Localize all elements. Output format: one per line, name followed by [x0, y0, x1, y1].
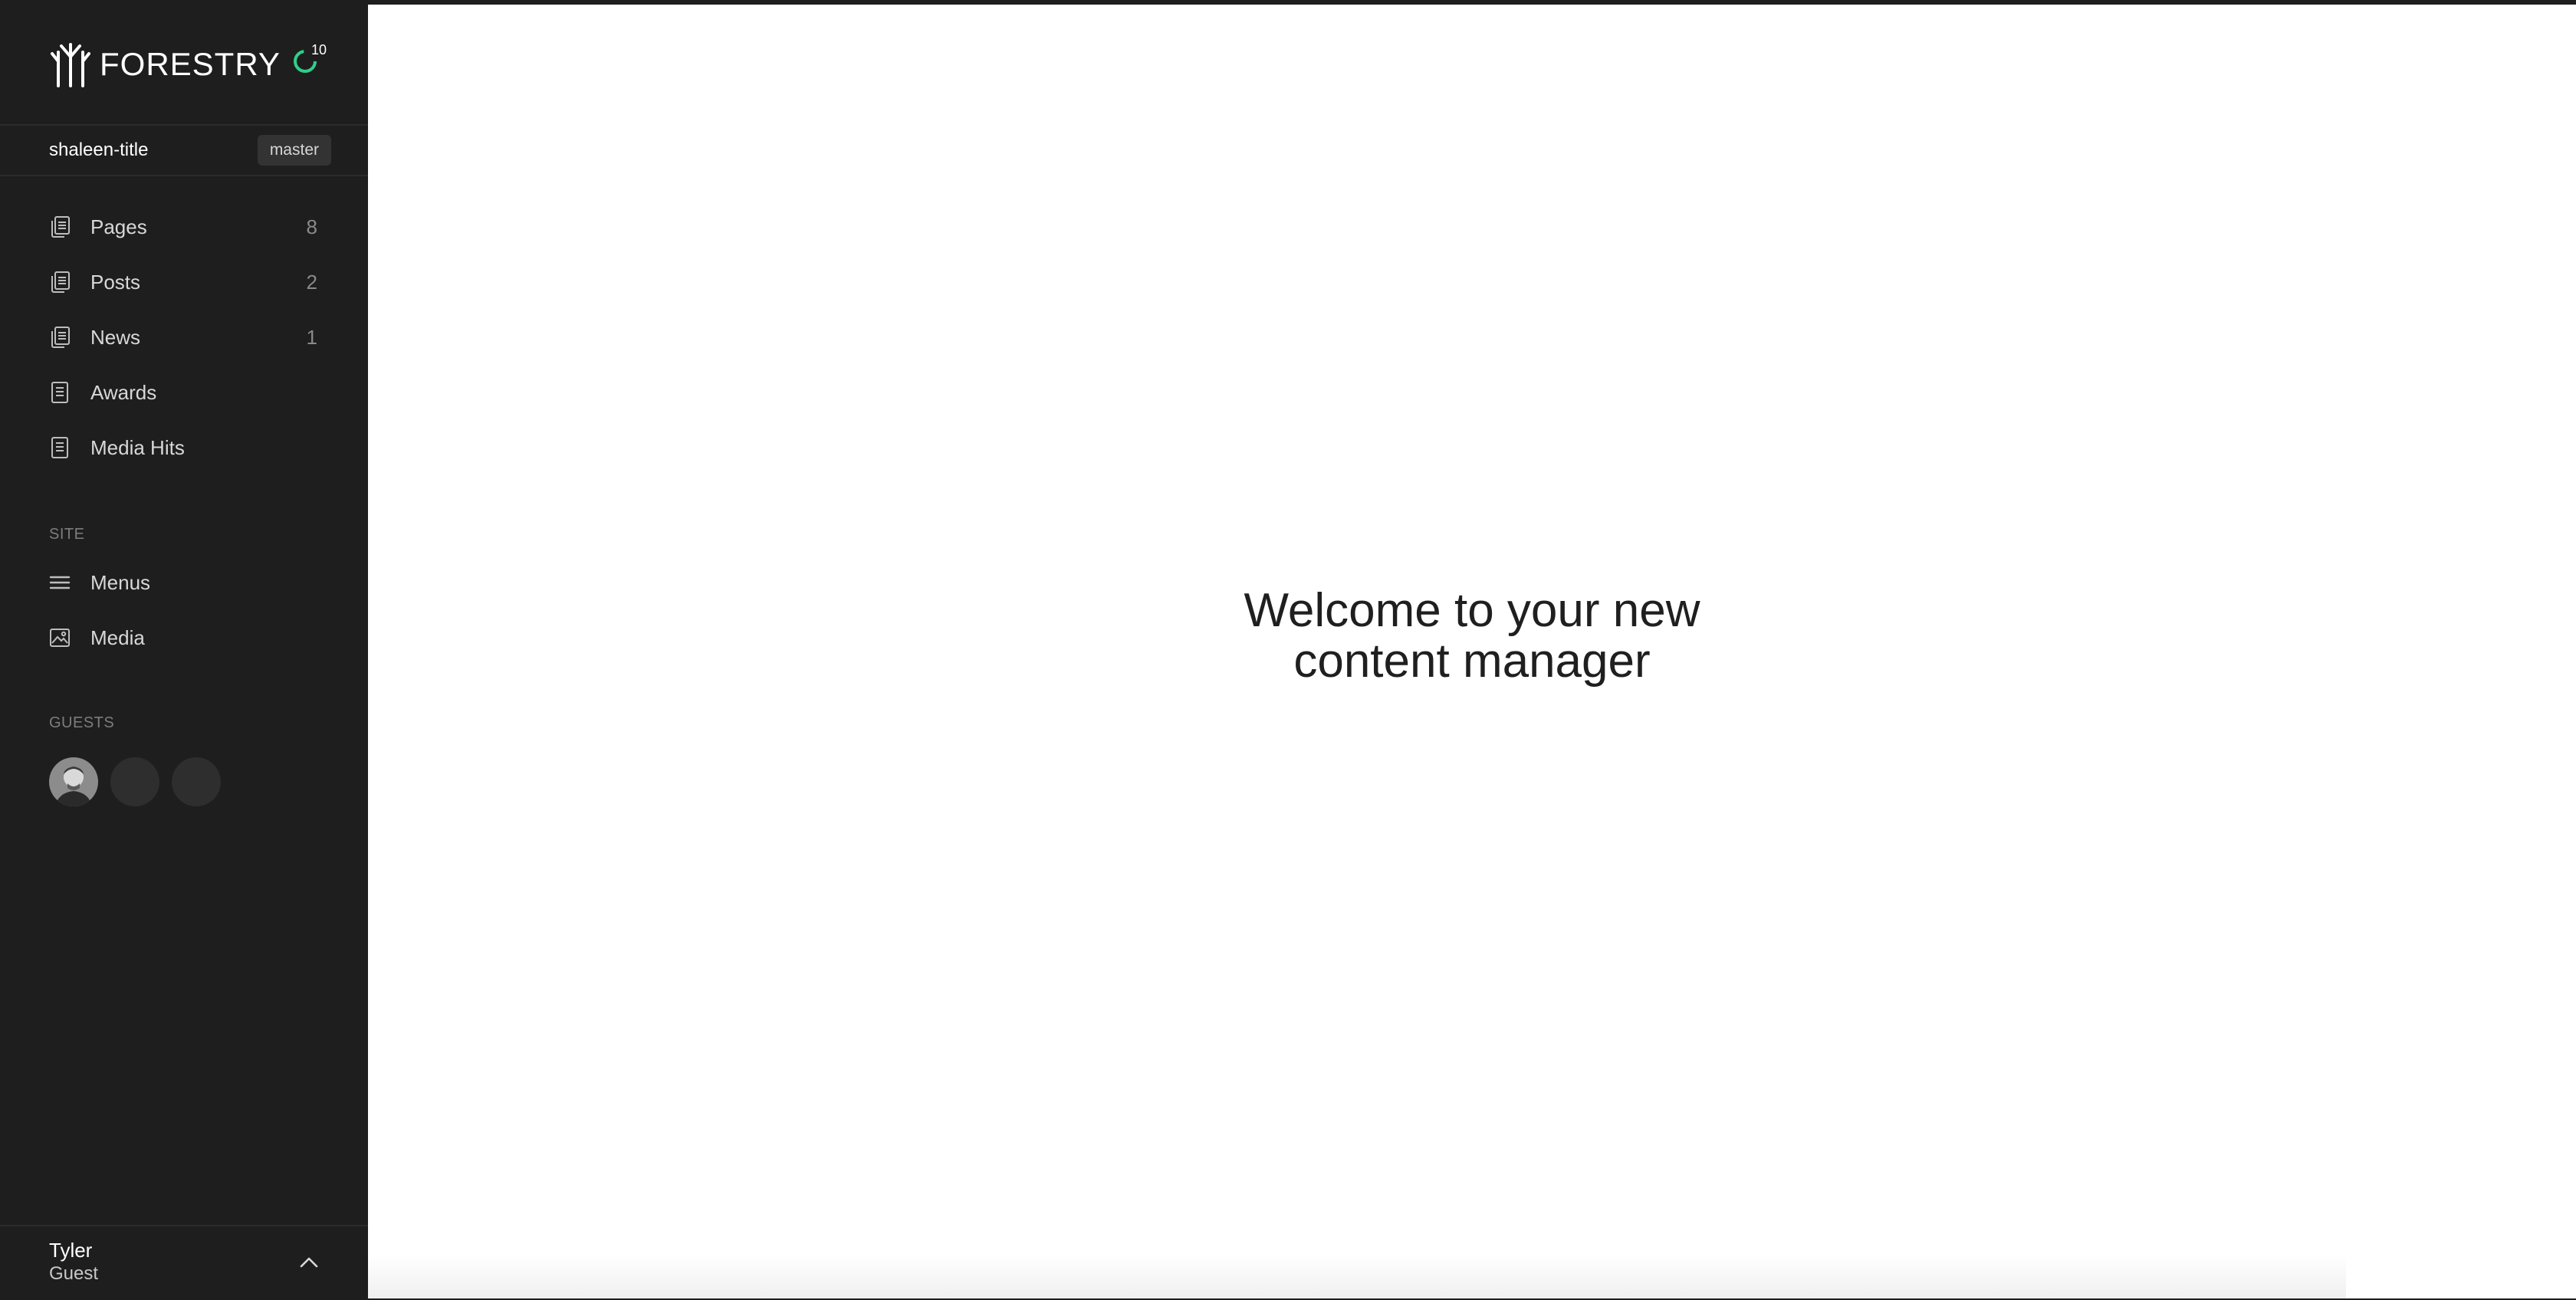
document-icon — [51, 382, 68, 403]
section-title-site: SITE — [49, 526, 85, 543]
welcome-line-1: Welcome to your new — [1244, 584, 1700, 637]
sidebar-item-media-hits[interactable]: Media Hits — [0, 420, 368, 475]
welcome-message: Welcome to your new content manager — [368, 586, 2576, 687]
menu-icon — [49, 576, 71, 589]
bottom-shadow — [368, 1256, 2346, 1298]
sidebar-item-label: Posts — [90, 270, 141, 294]
user-role: Guest — [49, 1263, 99, 1284]
sidebar-item-pages[interactable]: Pages 8 — [0, 199, 368, 254]
documents-icon — [51, 327, 70, 348]
brand-name: FORESTRY — [100, 46, 281, 82]
site-nav: Menus Media — [0, 555, 368, 665]
avatar[interactable] — [49, 757, 98, 806]
item-count: 2 — [306, 270, 317, 294]
sidebar-item-awards[interactable]: Awards — [0, 365, 368, 420]
app-window: FORESTRY 10 shaleen-title master Pages 8… — [0, 0, 2576, 1300]
repo-row[interactable]: shaleen-title master — [49, 135, 331, 166]
documents-icon — [51, 271, 70, 293]
divider — [0, 124, 368, 126]
avatar[interactable] — [172, 757, 221, 806]
guest-avatar-photo — [49, 757, 98, 806]
tree-logo-icon — [51, 43, 90, 87]
sidebar-item-posts[interactable]: Posts 2 — [0, 254, 368, 310]
avatar[interactable] — [110, 757, 159, 806]
sidebar: FORESTRY 10 shaleen-title master Pages 8… — [0, 0, 368, 1300]
sidebar-item-news[interactable]: News 1 — [0, 310, 368, 365]
sync-count-badge: 10 — [304, 38, 334, 61]
item-count: 8 — [306, 215, 317, 238]
image-icon — [50, 629, 70, 647]
user-name: Tyler — [49, 1239, 93, 1262]
document-icon — [51, 437, 68, 458]
sidebar-item-menus[interactable]: Menus — [0, 555, 368, 610]
sidebar-item-label: Media — [90, 625, 145, 649]
sidebar-item-media[interactable]: Media — [0, 610, 368, 665]
documents-icon — [51, 216, 70, 238]
sidebar-item-label: Awards — [90, 380, 157, 404]
sidebar-item-label: Media Hits — [90, 435, 185, 459]
main-content: Welcome to your new content manager — [368, 5, 2576, 1298]
sidebar-item-label: Pages — [90, 215, 147, 238]
user-panel[interactable]: Tyler Guest — [0, 1225, 368, 1300]
welcome-line-2: content manager — [1293, 635, 1651, 688]
section-title-guests: GUESTS — [49, 714, 115, 731]
divider — [0, 175, 368, 176]
forestry-logo[interactable]: FORESTRY — [49, 40, 281, 89]
sidebar-item-label: News — [90, 325, 141, 349]
content-nav: Pages 8 Posts 2 News 1 Awards Media Hits — [0, 199, 368, 475]
guest-list — [49, 757, 233, 806]
sidebar-item-label: Menus — [90, 570, 151, 594]
chevron-up-icon[interactable] — [296, 1249, 322, 1275]
item-count: 1 — [306, 325, 317, 349]
branch-badge[interactable]: master — [257, 135, 331, 166]
repo-name: shaleen-title — [49, 140, 149, 160]
